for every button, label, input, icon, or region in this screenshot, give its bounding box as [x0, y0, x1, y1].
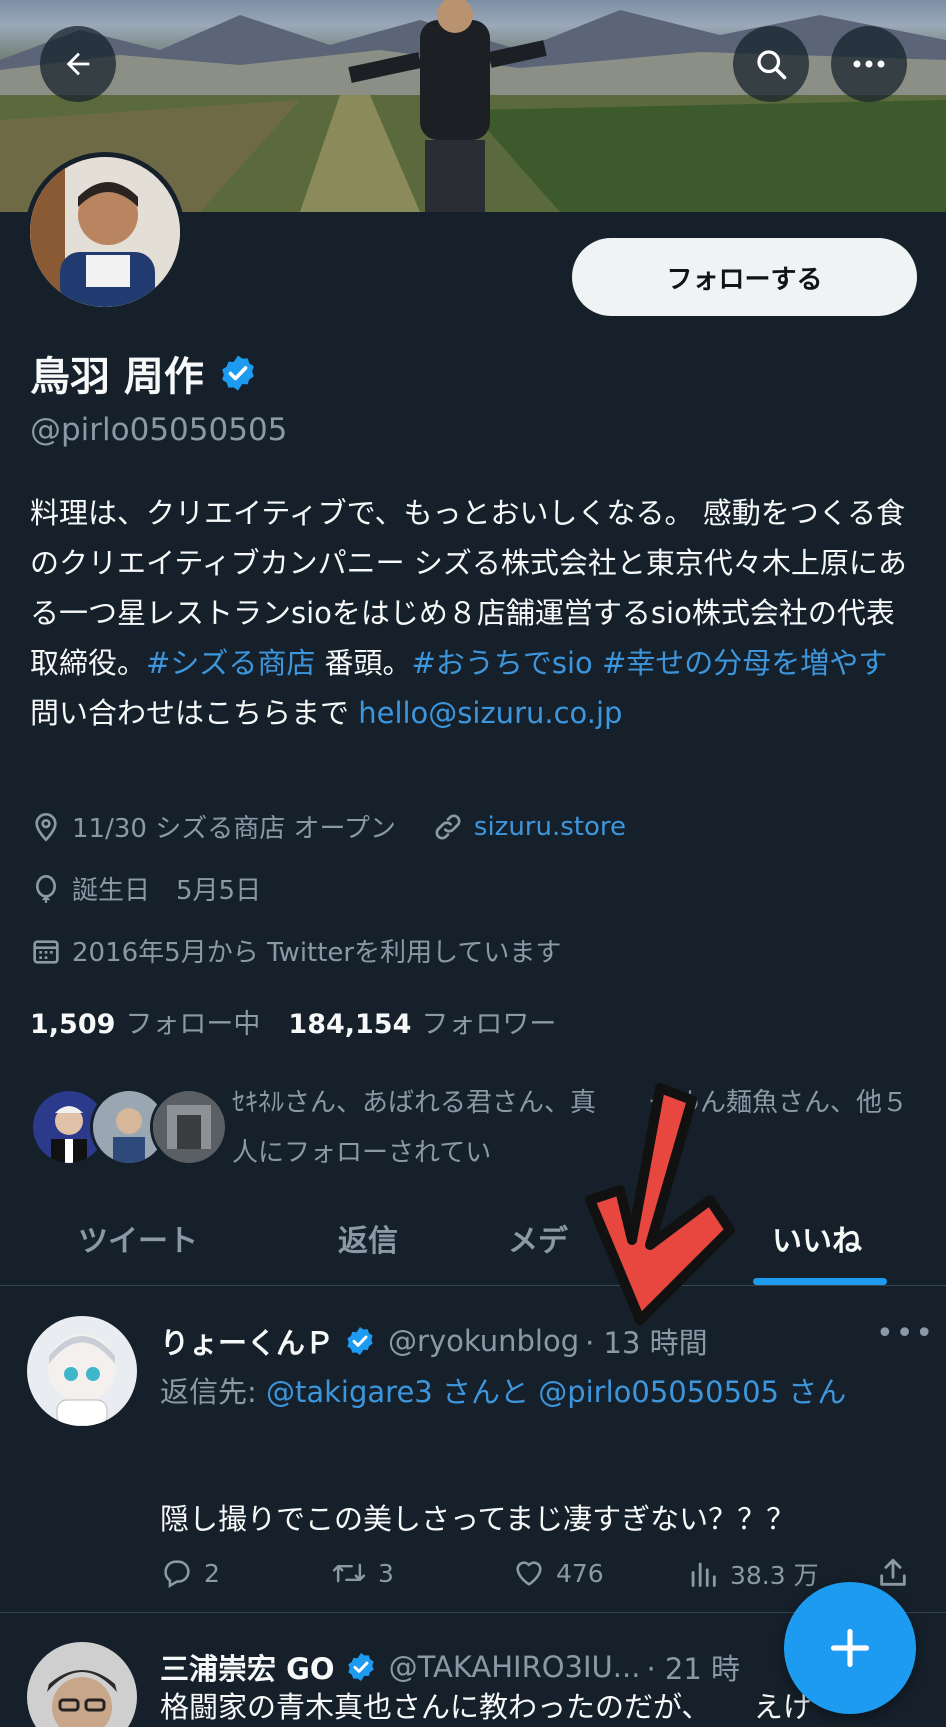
profile-name: 鳥羽 周作 — [30, 344, 258, 402]
share-icon — [880, 1558, 906, 1586]
active-tab-indicator — [753, 1278, 887, 1285]
compose-tweet-button[interactable] — [784, 1582, 916, 1714]
more-options-button[interactable] — [831, 26, 907, 102]
retweet-icon — [332, 1563, 366, 1583]
tab-replies[interactable]: 返信 — [338, 1190, 398, 1286]
following-label: フォロー中 — [125, 1009, 261, 1040]
profile-avatar[interactable] — [25, 152, 185, 312]
profile-handle: @pirlo05050505 — [30, 412, 288, 448]
follow-button[interactable]: フォローする — [572, 238, 917, 316]
mention-link[interactable]: @pirlo05050505 — [538, 1375, 779, 1409]
email-link[interactable]: hello@sizuru.co.jp — [358, 696, 622, 730]
calendar-icon — [30, 935, 62, 967]
profile-tabs: ツイート 返信 メデ いいね — [0, 1190, 946, 1286]
tab-media[interactable]: メデ — [508, 1190, 568, 1286]
profile-meta-location-row: 11/30 シズる商店 オープン sizuru.store — [30, 808, 626, 845]
tab-tweets[interactable]: ツイート — [78, 1190, 198, 1286]
reply-button[interactable]: 2 — [160, 1556, 220, 1590]
hashtag-link[interactable]: #シズる商店 — [146, 646, 315, 680]
balloon-icon — [30, 873, 62, 905]
followers-link[interactable]: 184,154 フォロワー — [288, 1002, 556, 1041]
joined-text: 2016年5月から Twitterを利用しています — [72, 938, 562, 968]
bio-text: 番頭。 — [315, 646, 412, 680]
verified-badge-icon — [347, 1327, 373, 1355]
profile-meta-joined-row: 2016年5月から Twitterを利用しています — [30, 932, 561, 969]
link-icon — [432, 811, 464, 843]
tweet-actions: 2 3 476 38.3 万 — [160, 1556, 920, 1600]
back-button[interactable] — [40, 26, 116, 102]
tweet-author-avatar[interactable] — [27, 1642, 137, 1727]
profile-name-text: 鳥羽 周作 — [30, 354, 204, 400]
followers-count: 184,154 — [288, 1009, 412, 1040]
birthday-text: 誕生日 5月5日 — [72, 876, 262, 906]
hashtag-link[interactable]: #幸せの分母を増やす — [602, 646, 887, 680]
annotation-arrow-icon — [585, 1083, 735, 1325]
reply-suffix: さん — [778, 1375, 847, 1409]
bio-text: 問い合わせはこちらまで — [30, 696, 359, 730]
profile-meta-birthday-row: 誕生日 5月5日 — [30, 870, 261, 907]
more-dots-icon — [853, 60, 885, 68]
heart-icon — [516, 1561, 542, 1586]
back-arrow-icon — [66, 52, 90, 76]
verified-badge-icon — [222, 355, 254, 391]
tweet-author-handle[interactable]: @TAKAHIRO3IU... — [389, 1650, 641, 1684]
plus-icon — [830, 1628, 870, 1668]
followed-by-section[interactable]: ｾｷﾈﾙさん、あばれる君さん、真 ーめん麺魚さん、他５人にフォローされてい — [30, 1078, 930, 1188]
website-link[interactable]: sizuru.store — [474, 812, 626, 842]
retweet-count: 3 — [378, 1558, 394, 1588]
like-button[interactable]: 476 — [512, 1556, 604, 1590]
reply-connector: さんと — [432, 1375, 539, 1409]
following-count: 1,509 — [30, 1009, 116, 1040]
search-button[interactable] — [733, 26, 809, 102]
reply-prefix: 返信先: — [160, 1375, 266, 1409]
share-button[interactable] — [876, 1556, 910, 1590]
tweet-author-name[interactable]: りょーくんＰ — [160, 1320, 334, 1362]
search-icon — [757, 50, 787, 80]
views-button[interactable]: 38.3 万 — [686, 1556, 819, 1592]
view-count: 38.3 万 — [730, 1561, 819, 1590]
location-pin-icon — [30, 811, 62, 843]
following-link[interactable]: 1,509 フォロー中 — [30, 1002, 260, 1041]
verified-badge-icon — [347, 1653, 374, 1681]
tweet-reply-to: 返信先: @takigare3 さんと @pirlo05050505 さん — [160, 1366, 910, 1418]
like-count: 476 — [556, 1558, 604, 1588]
tweet-text: 隠し撮りでこの美しさってまじ凄すぎない？？？ — [160, 1502, 796, 1536]
location-text: 11/30 シズる商店 オープン — [72, 814, 396, 844]
tab-likes[interactable]: いいね — [772, 1190, 862, 1286]
followers-label: フォロワー — [421, 1009, 557, 1040]
tweet-more-button[interactable]: ••• — [876, 1316, 935, 1351]
tweet-author-avatar[interactable] — [27, 1316, 137, 1426]
profile-bio: 料理は、クリエイティブで、もっとおいしくなる。 感動をつくる食のクリエイティブカ… — [30, 488, 910, 738]
reply-count: 2 — [204, 1558, 220, 1588]
hashtag-link[interactable]: #おうちでsio — [412, 646, 593, 680]
reply-icon — [164, 1560, 190, 1589]
follow-stats: 1,509 フォロー中 184,154 フォロワー — [30, 1002, 556, 1041]
analytics-icon — [691, 1562, 716, 1587]
retweet-button[interactable]: 3 — [330, 1556, 394, 1590]
bio-text — [593, 646, 602, 680]
follower-avatar — [150, 1088, 228, 1166]
mention-link[interactable]: @takigare3 — [266, 1375, 433, 1409]
tweet-author-handle[interactable]: @ryokunblog — [388, 1324, 579, 1358]
avatar-photo — [30, 157, 180, 307]
